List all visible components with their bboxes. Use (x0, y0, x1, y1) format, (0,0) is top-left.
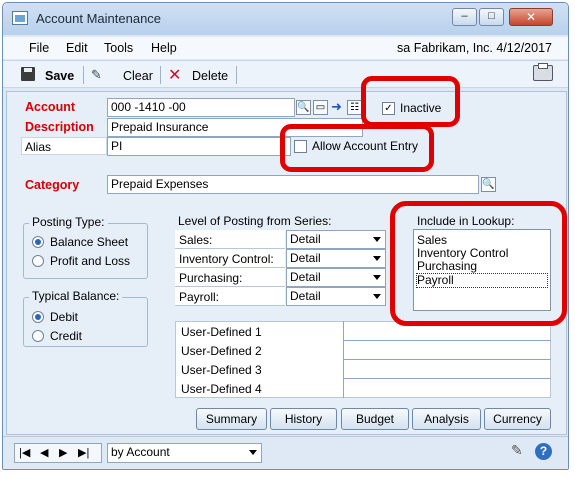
hierarchy-icon[interactable]: ☷ (347, 100, 362, 115)
sales-posting-label: Sales: (179, 233, 213, 247)
next-record-icon[interactable]: ▶ (59, 446, 67, 459)
description-input[interactable]: Prepaid Insurance (107, 118, 363, 137)
user-defined-1-label: User-Defined 1 (181, 325, 262, 339)
user-defined-4-input[interactable] (344, 379, 550, 397)
currency-button[interactable]: Currency (484, 408, 551, 430)
eraser-icon[interactable]: ✎ (91, 67, 107, 82)
alias-input[interactable]: PI (107, 137, 291, 156)
payroll-posting-value: Detail (290, 289, 321, 303)
sales-posting-value: Detail (290, 232, 321, 246)
save-icon[interactable] (21, 67, 35, 81)
account-maintenance-window: Account Maintenance – □ ✕ File Edit Tool… (2, 2, 569, 470)
user-defined-2-label: User-Defined 2 (181, 344, 262, 358)
payroll-posting-label: Payroll: (179, 290, 220, 304)
budget-button[interactable]: Budget (341, 408, 409, 430)
sort-by-value: by Account (111, 445, 170, 459)
last-record-icon[interactable]: ▶| (78, 446, 89, 459)
delete-button[interactable]: Delete (192, 69, 228, 83)
posting-type-group (23, 223, 148, 279)
new-document-icon[interactable]: ▭ (313, 100, 328, 115)
menu-tools[interactable]: Tools (104, 41, 133, 55)
payroll-posting-select[interactable]: Detail (286, 287, 386, 306)
chevron-down-icon (249, 450, 257, 455)
user-defined-4-label: User-Defined 4 (181, 382, 262, 396)
description-label: Description (25, 120, 94, 134)
balance-sheet-label: Balance Sheet (50, 235, 129, 249)
inventory-posting-value: Detail (290, 251, 321, 265)
credit-radio[interactable] (32, 330, 44, 342)
toolbar-divider (83, 66, 84, 84)
save-button[interactable]: Save (45, 69, 74, 83)
go-arrow-icon[interactable]: ➜ (331, 99, 342, 115)
summary-button[interactable]: Summary (196, 408, 267, 430)
debit-radio[interactable] (32, 311, 44, 323)
purchasing-posting-select[interactable]: Detail (286, 268, 386, 287)
posting-type-title: Posting Type: (29, 215, 108, 229)
help-icon[interactable]: ? (535, 443, 552, 460)
typical-balance-title: Typical Balance: (29, 289, 123, 303)
minimize-button[interactable]: – (452, 8, 477, 26)
allow-account-entry-label: Allow Account Entry (312, 139, 419, 153)
chevron-down-icon (373, 275, 381, 280)
history-button[interactable]: History (270, 408, 337, 430)
analysis-button[interactable]: Analysis (412, 408, 481, 430)
sort-by-select[interactable]: by Account (107, 443, 262, 463)
allow-account-entry-checkbox[interactable] (294, 140, 307, 153)
window-app-icon (12, 11, 28, 25)
debit-label: Debit (50, 310, 79, 324)
toolbar-divider (236, 66, 237, 84)
level-of-posting-title: Level of Posting from Series: (178, 214, 332, 228)
category-label: Category (25, 178, 80, 192)
chevron-down-icon (373, 237, 381, 242)
purchasing-posting-label: Purchasing: (179, 271, 243, 285)
toolbar (3, 60, 568, 88)
user-defined-3-label: User-Defined 3 (181, 363, 262, 377)
inventory-posting-select[interactable]: Detail (286, 249, 386, 268)
close-button[interactable]: ✕ (509, 8, 553, 26)
account-label: Account (25, 100, 75, 114)
include-in-lookup-list[interactable]: Sales Inventory Control Purchasing Payro… (413, 229, 551, 311)
inactive-label: Inactive (400, 101, 442, 115)
clear-button[interactable]: Clear (123, 69, 153, 83)
credit-label: Credit (50, 329, 83, 343)
category-lookup-icon[interactable]: 🔍 (481, 177, 496, 192)
menu-edit[interactable]: Edit (66, 41, 88, 55)
first-record-icon[interactable]: |◀ (19, 446, 30, 459)
user-defined-1-input[interactable] (344, 322, 550, 340)
purchasing-posting-value: Detail (290, 270, 321, 284)
user-defined-2-input[interactable] (344, 341, 550, 359)
company-date-info: sa Fabrikam, Inc. 4/12/2017 (397, 41, 552, 55)
sales-posting-select[interactable]: Detail (286, 230, 386, 249)
include-in-lookup-title: Include in Lookup: (417, 214, 515, 228)
delete-icon[interactable]: ✕ (168, 65, 181, 85)
toolbar-divider (160, 66, 161, 84)
menu-file[interactable]: File (29, 41, 49, 55)
inventory-posting-label: Inventory Control: (179, 252, 274, 266)
alias-label: Alias (25, 140, 52, 154)
lookup-icon[interactable]: 🔍 (296, 100, 311, 115)
chevron-down-icon (373, 294, 381, 299)
lookup-item-purchasing[interactable]: Purchasing (417, 260, 477, 273)
balance-sheet-radio[interactable] (32, 236, 44, 248)
menu-help[interactable]: Help (151, 41, 177, 55)
chevron-down-icon (373, 256, 381, 261)
profit-loss-label: Profit and Loss (50, 254, 131, 268)
user-defined-3-input[interactable] (344, 360, 550, 378)
window-title: Account Maintenance (36, 11, 162, 26)
lookup-item-payroll[interactable]: Payroll (416, 273, 548, 288)
category-input[interactable]: Prepaid Expenses (107, 175, 479, 194)
previous-record-icon[interactable]: ◀ (40, 446, 48, 459)
note-icon[interactable]: ✎ (511, 442, 527, 458)
profit-loss-radio[interactable] (32, 255, 44, 267)
inactive-checkbox[interactable]: ✓ (382, 102, 395, 115)
maximize-button[interactable]: □ (479, 8, 504, 26)
print-icon[interactable] (533, 63, 553, 81)
account-input[interactable]: 000 -1410 -00 (107, 98, 295, 117)
